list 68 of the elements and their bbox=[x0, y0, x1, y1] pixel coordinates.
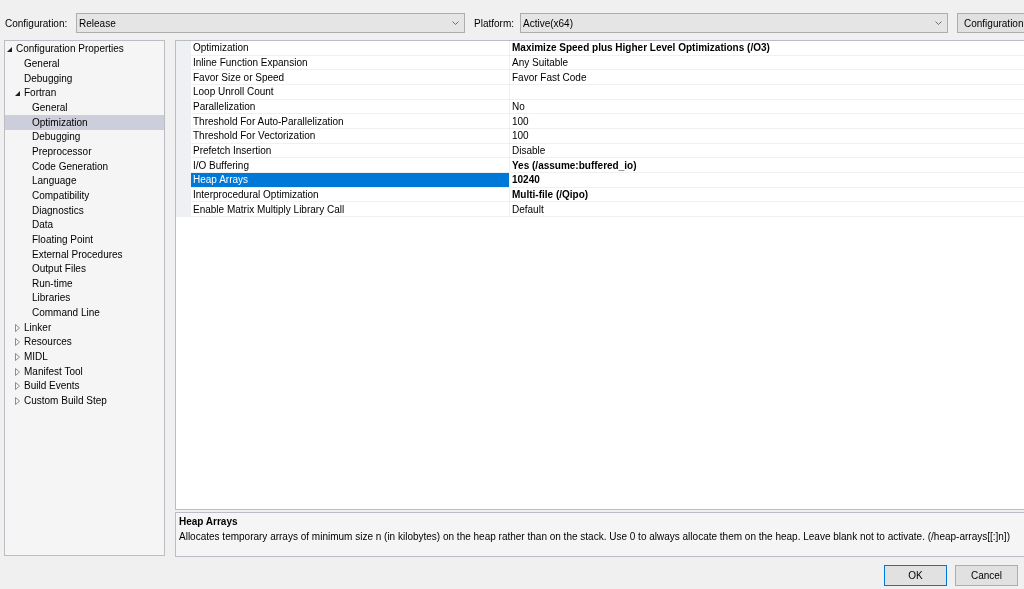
tree-item[interactable]: Fortran bbox=[5, 85, 164, 101]
expanded-triangle-icon[interactable] bbox=[7, 46, 12, 52]
property-value[interactable]: 100 bbox=[509, 128, 1024, 143]
tree-item[interactable]: Command Line bbox=[5, 305, 164, 321]
property-value[interactable]: Favor Fast Code bbox=[509, 70, 1024, 84]
tree-item[interactable]: Run-time bbox=[5, 276, 164, 292]
configuration-value: Release bbox=[79, 16, 116, 31]
tree-item[interactable]: Optimization bbox=[5, 115, 164, 130]
platform-dropdown[interactable]: Active(x64) bbox=[520, 13, 948, 33]
tree-item[interactable]: External Procedures bbox=[5, 247, 164, 262]
property-name[interactable]: Interprocedural Optimization bbox=[191, 187, 509, 202]
property-name[interactable]: Threshold For Auto-Parallelization bbox=[191, 114, 509, 128]
collapsed-triangle-icon[interactable] bbox=[15, 338, 20, 347]
collapsed-triangle-icon[interactable] bbox=[15, 323, 20, 332]
collapsed-triangle-icon[interactable] bbox=[15, 397, 20, 406]
tree-item[interactable]: MIDL bbox=[5, 349, 164, 365]
configuration-dropdown[interactable]: Release bbox=[76, 13, 465, 33]
property-value[interactable]: Yes (/assume:buffered_io) bbox=[509, 158, 1024, 172]
dialog-button[interactable]: Cancel bbox=[955, 565, 1018, 586]
tree-item[interactable]: Libraries bbox=[5, 291, 164, 306]
property-value[interactable]: Multi-file (/Qipo) bbox=[509, 187, 1024, 202]
property-name[interactable]: I/O Buffering bbox=[191, 158, 509, 172]
platform-label: Platform: bbox=[474, 16, 515, 31]
property-name[interactable]: Threshold For Vectorization bbox=[191, 128, 509, 143]
tree-item[interactable]: Manifest Tool bbox=[5, 364, 164, 380]
tree-item[interactable]: Code Generation bbox=[5, 159, 164, 174]
property-name[interactable]: Enable Matrix Multiply Library Call bbox=[191, 202, 509, 216]
expanded-triangle-icon[interactable] bbox=[15, 90, 20, 96]
property-name[interactable]: Parallelization bbox=[191, 99, 509, 114]
description-text: Allocates temporary arrays of minimum size n (in kilobytes) on the heap rather than on the stack. Use 0 to always allocate them on the heap. Leave blank not to activate. (/heap-arrays[[:]n]) bbox=[179, 531, 1010, 543]
property-value[interactable]: Any Suitable bbox=[509, 55, 1024, 70]
property-value[interactable]: Disable bbox=[509, 143, 1024, 158]
tree-item[interactable]: Linker bbox=[5, 320, 164, 336]
platform-value: Active(x64) bbox=[523, 16, 573, 31]
property-name[interactable]: Inline Function Expansion bbox=[191, 55, 509, 70]
tree-item[interactable]: Compatibility bbox=[5, 188, 164, 204]
property-name[interactable]: Prefetch Insertion bbox=[191, 143, 509, 158]
property-value[interactable]: Default bbox=[509, 202, 1024, 216]
chevron-down-icon bbox=[935, 21, 942, 25]
tree-item[interactable]: Preprocessor bbox=[5, 144, 164, 160]
collapsed-triangle-icon[interactable] bbox=[15, 367, 20, 376]
property-value[interactable]: Maximize Speed plus Higher Level Optimizations (/O3) bbox=[509, 41, 1024, 55]
tree-item[interactable]: Configuration Properties bbox=[5, 42, 164, 57]
tree-item[interactable]: Diagnostics bbox=[5, 203, 164, 218]
tree-item[interactable]: Floating Point bbox=[5, 232, 164, 248]
configuration-label: Configuration: bbox=[5, 16, 69, 31]
tree-item[interactable]: Resources bbox=[5, 335, 164, 350]
description-title: Heap Arrays bbox=[179, 516, 238, 528]
tree-item[interactable]: Custom Build Step bbox=[5, 393, 164, 409]
tree-item[interactable]: Debugging bbox=[5, 71, 164, 86]
chevron-down-icon bbox=[452, 21, 459, 25]
tree-item[interactable]: Build Events bbox=[5, 379, 164, 394]
property-value[interactable]: 100 bbox=[509, 114, 1024, 128]
collapsed-triangle-icon[interactable] bbox=[15, 382, 20, 391]
collapsed-triangle-icon[interactable] bbox=[15, 353, 20, 362]
property-name[interactable]: Loop Unroll Count bbox=[191, 84, 509, 99]
tree-item[interactable]: Debugging bbox=[5, 129, 164, 145]
tree-item[interactable]: Output Files bbox=[5, 261, 164, 277]
dialog-button[interactable]: OK bbox=[884, 565, 947, 586]
property-name[interactable]: Favor Size or Speed bbox=[191, 70, 509, 84]
tree-item[interactable]: Data bbox=[5, 217, 164, 233]
configuration-manager-button[interactable]: Configuration bbox=[957, 13, 1024, 33]
property-value[interactable]: 10240 bbox=[509, 172, 1024, 187]
tree-item[interactable]: General bbox=[5, 100, 164, 116]
tree-item[interactable]: General bbox=[5, 56, 164, 72]
tree-item[interactable]: Language bbox=[5, 173, 164, 189]
property-name[interactable]: Optimization bbox=[191, 41, 509, 55]
property-value[interactable]: No bbox=[509, 99, 1024, 114]
